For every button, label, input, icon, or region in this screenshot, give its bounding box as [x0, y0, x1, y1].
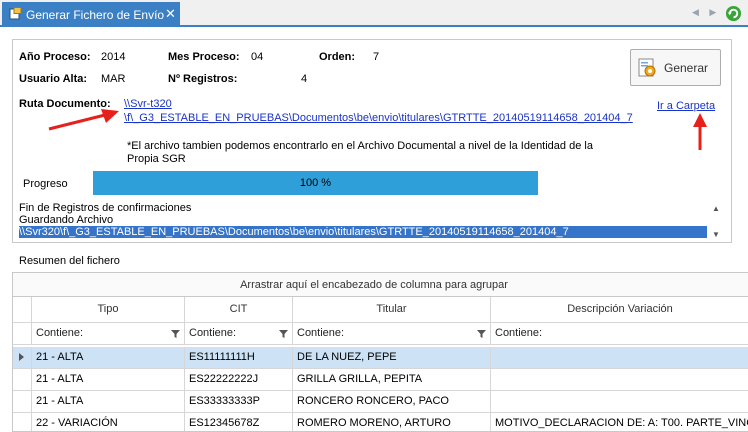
cell-titular[interactable]: DE LA NUEZ, PEPE [293, 347, 491, 369]
cell-tipo[interactable]: 21 - ALTA [32, 369, 185, 391]
cell-titular[interactable]: RONCERO RONCERO, PACO [293, 391, 491, 413]
usuario-label: Usuario Alta: [19, 73, 88, 85]
filter-titular[interactable]: Contiene: [293, 323, 491, 345]
cell-cit[interactable]: ES33333333P [185, 391, 293, 413]
cell-descripcion[interactable] [491, 369, 748, 391]
scroll-up-icon[interactable]: ▲ [712, 203, 720, 215]
column-header-row: Tipo CIT Titular Descripción Variación [13, 297, 748, 323]
ir-a-carpeta-link[interactable]: Ir a Carpeta [657, 100, 715, 112]
orden-value: 7 [373, 51, 380, 63]
cell-descripcion[interactable] [491, 347, 748, 369]
column-header-titular[interactable]: Titular [293, 297, 491, 323]
resumen-title: Resumen del fichero [19, 255, 120, 267]
log-scrollbar[interactable]: ▲ ▼ [709, 202, 723, 240]
annotation-arrow-ruta-icon [48, 109, 119, 131]
group-hint: Arrastrar aquí el encabezado de columna … [240, 279, 508, 291]
cell-tipo[interactable]: 21 - ALTA [32, 391, 185, 413]
annotation-arrow-carpeta-icon [693, 113, 707, 150]
progress-bar: 100 % [93, 171, 538, 195]
cell-tipo[interactable]: 21 - ALTA [32, 347, 185, 369]
registros-value: 4 [301, 73, 308, 85]
tab-nav-arrows[interactable]: ◀ ▶ [692, 7, 720, 18]
resumen-grid: Arrastrar aquí el encabezado de columna … [12, 272, 748, 432]
cell-titular[interactable]: GRILLA GRILLA, PEPITA [293, 369, 491, 391]
current-row-icon [19, 353, 24, 361]
ruta-link-line1[interactable]: \\Svr-t320 [124, 98, 172, 110]
filter-row: Contiene: Contiene: Contiene: Contiene: [13, 323, 748, 345]
filter-label: Contiene: [36, 327, 84, 339]
row-indicator-filter [13, 323, 32, 345]
row-indicator [13, 369, 32, 391]
log-list[interactable]: Fin de Registros de confirmaciones Guard… [19, 202, 723, 240]
row-indicator [13, 347, 32, 369]
filter-icon[interactable] [171, 330, 180, 338]
filter-icon[interactable] [477, 330, 486, 338]
row-indicator [13, 391, 32, 413]
anio-value: 2014 [101, 51, 126, 63]
process-panel: Año Proceso: 2014 Mes Proceso: 04 Orden:… [12, 39, 732, 243]
table-row[interactable]: 21 - ALTA ES33333333P RONCERO RONCERO, P… [13, 391, 748, 413]
cell-tipo[interactable]: 22 - VARIACIÓN [32, 413, 185, 431]
column-header-descripcion[interactable]: Descripción Variación [491, 297, 748, 323]
filter-cit[interactable]: Contiene: [185, 323, 293, 345]
archive-note: *El archivo tambien podemos encontrarlo … [127, 140, 593, 165]
tab-bar: Generar Fichero de Envío ✕ ◀ ▶ [0, 0, 748, 27]
scroll-down-icon[interactable]: ▼ [712, 229, 720, 240]
progress-text: 100 % [299, 177, 332, 189]
table-row[interactable]: 22 - VARIACIÓN ES12345678Z ROMERO MORENO… [13, 413, 748, 431]
column-header-cit[interactable]: CIT [185, 297, 293, 323]
filter-label: Contiene: [495, 327, 543, 339]
group-panel[interactable]: Arrastrar aquí el encabezado de columna … [13, 273, 748, 297]
usuario-value: MAR [101, 73, 126, 85]
column-header-tipo[interactable]: Tipo [32, 297, 185, 323]
cell-descripcion[interactable] [491, 391, 748, 413]
progress-label: Progreso [23, 178, 68, 190]
cell-cit[interactable]: ES22222222J [185, 369, 293, 391]
filter-label: Contiene: [297, 327, 345, 339]
log-line: Guardando Archivo [19, 214, 114, 226]
filter-icon[interactable] [279, 330, 288, 338]
log-line-selected[interactable]: \\Svr320\f\_G3_ESTABLE_EN_PRUEBAS\Docume… [19, 226, 707, 238]
orden-label: Orden: [319, 51, 356, 63]
table-row[interactable]: 21 - ALTA ES22222222J GRILLA GRILLA, PEP… [13, 369, 748, 391]
gear-icon [638, 58, 656, 77]
close-icon[interactable]: ✕ [165, 6, 176, 22]
row-indicator-header [13, 297, 32, 323]
table-row[interactable]: 21 - ALTA ES11111111H DE LA NUEZ, PEPE [13, 347, 748, 369]
row-indicator [13, 413, 32, 431]
mes-value: 04 [251, 51, 264, 63]
generar-label: Generar [664, 61, 709, 75]
cell-cit[interactable]: ES12345678Z [185, 413, 293, 431]
cell-descripcion[interactable]: MOTIVO_DECLARACION DE: A: T00. PARTE_VIN… [491, 413, 748, 431]
anio-label: Año Proceso: [19, 51, 91, 63]
tab-title: Generar Fichero de Envío [26, 8, 165, 22]
tab-generar-fichero[interactable]: Generar Fichero de Envío ✕ [2, 2, 180, 27]
filter-tipo[interactable]: Contiene: [32, 323, 185, 345]
filter-descripcion[interactable]: Contiene: [491, 323, 748, 345]
cell-cit[interactable]: ES11111111H [185, 347, 293, 369]
ruta-link-line2[interactable]: \f\_G3_ESTABLE_EN_PRUEBAS\Documentos\be\… [124, 112, 633, 124]
log-line: Fin de Registros de confirmaciones [19, 202, 192, 214]
generar-button[interactable]: Generar [630, 49, 721, 86]
mes-label: Mes Proceso: [168, 51, 240, 63]
document-icon [9, 7, 22, 20]
filter-label: Contiene: [189, 327, 237, 339]
registros-label: Nº Registros: [168, 73, 238, 85]
cell-titular[interactable]: ROMERO MORENO, ARTURO [293, 413, 491, 431]
refresh-icon[interactable] [725, 5, 742, 22]
